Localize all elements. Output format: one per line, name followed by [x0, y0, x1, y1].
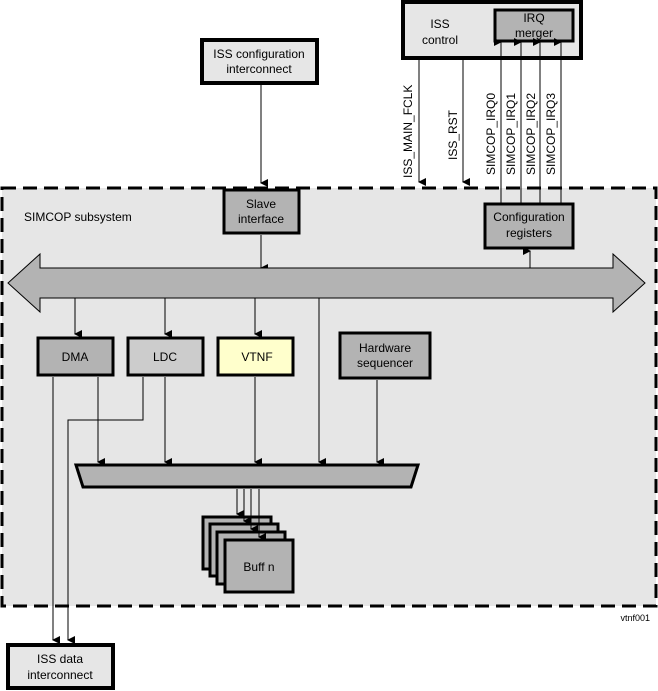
svg-text:Hardware: Hardware	[359, 341, 411, 355]
irq0-label: SIMCOP_IRQ0	[484, 93, 498, 175]
svg-text:interconnect: interconnect	[226, 62, 292, 76]
svg-text:Slave: Slave	[246, 197, 276, 211]
figure-id: vtnf001	[620, 613, 650, 623]
svg-text:LDC: LDC	[153, 350, 177, 364]
svg-text:VTNF: VTNF	[241, 350, 272, 364]
memory-switch-trapezoid	[73, 463, 421, 489]
svg-text:merger: merger	[515, 26, 553, 40]
iss-config-interconnect-block: ISS configuration interconnect	[200, 38, 319, 85]
iss-main-fclk-label: ISS_MAIN_FCLK	[401, 85, 415, 178]
svg-text:registers: registers	[506, 226, 552, 240]
ldc-block: LDC	[126, 336, 205, 377]
hardware-sequencer-block: Hardware sequencer	[338, 331, 432, 380]
svg-text:interface: interface	[238, 212, 284, 226]
irq1-label: SIMCOP_IRQ1	[504, 93, 518, 175]
irq2-label: SIMCOP_IRQ2	[524, 93, 538, 175]
buffer-stack: Buff n	[201, 515, 295, 594]
buff-n-label: Buff n	[243, 560, 274, 574]
simcop-subsystem-boundary	[0, 186, 658, 608]
config-registers-block: Configuration registers	[483, 202, 575, 250]
dma-block: DMA	[36, 336, 115, 377]
simcop-diagram: SIMCOP subsystem ISS configuration inter…	[0, 0, 658, 690]
svg-text:sequencer: sequencer	[357, 356, 413, 370]
svg-text:interconnect: interconnect	[27, 668, 93, 682]
slave-interface-block: Slave interface	[222, 188, 301, 235]
irq3-label: SIMCOP_IRQ3	[544, 93, 558, 175]
irq-merger-block: IRQ merger	[493, 8, 575, 43]
svg-text:control: control	[422, 33, 458, 47]
svg-text:ISS: ISS	[430, 17, 449, 31]
svg-text:ISS configuration: ISS configuration	[213, 47, 304, 61]
iss-rst-label: ISS_RST	[446, 109, 460, 160]
iss-data-interconnect-block: ISS data interconnect	[6, 643, 115, 690]
svg-text:ISS data: ISS data	[37, 652, 83, 666]
svg-text:IRQ: IRQ	[523, 11, 544, 25]
subsystem-label: SIMCOP subsystem	[24, 210, 132, 224]
vtnf-block: VTNF	[216, 336, 295, 377]
svg-text:Configuration: Configuration	[493, 210, 564, 224]
svg-text:DMA: DMA	[62, 350, 89, 364]
